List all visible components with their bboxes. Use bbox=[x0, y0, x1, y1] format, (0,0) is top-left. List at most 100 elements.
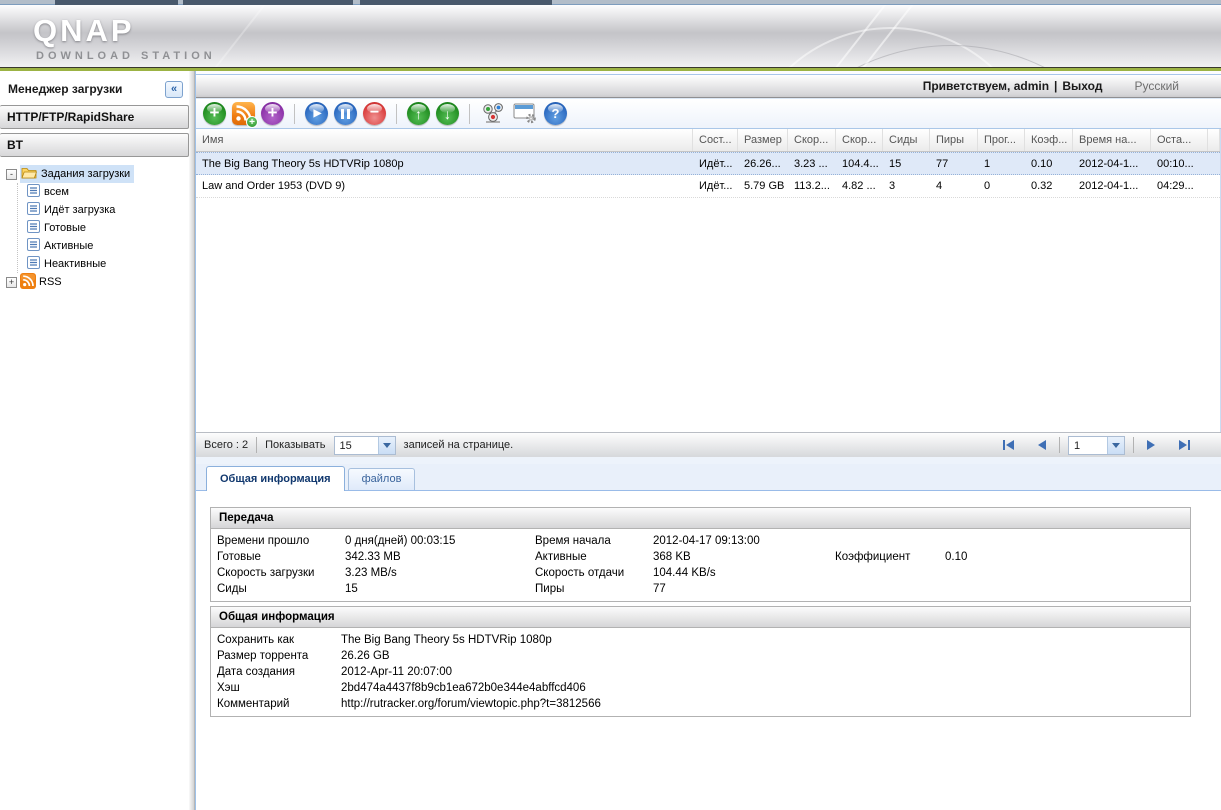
tab-general-info[interactable]: Общая информация bbox=[206, 466, 345, 491]
column-header-seeds[interactable]: Сиды bbox=[883, 129, 930, 151]
next-page-button[interactable] bbox=[1142, 435, 1160, 455]
field-label: Хэш bbox=[217, 680, 341, 696]
transfer-row: Сиды 15 Пиры 77 bbox=[211, 581, 1190, 597]
page-size-label: Показывать bbox=[265, 439, 325, 451]
column-header-eta[interactable]: Оста... bbox=[1151, 129, 1208, 151]
chevron-down-icon bbox=[383, 443, 391, 448]
combo-trigger[interactable] bbox=[1107, 437, 1124, 454]
section-gap bbox=[196, 457, 1221, 464]
field-value: 0.10 bbox=[945, 549, 1190, 565]
tree-node-downloading[interactable]: Идёт загрузка bbox=[24, 201, 187, 219]
app-subtitle: DOWNLOAD STATION bbox=[36, 50, 216, 62]
toolbar: + + + ▶ − bbox=[196, 98, 1221, 129]
tree-node-label: Неактивные bbox=[44, 258, 106, 270]
section-bt[interactable]: BT bbox=[0, 133, 189, 157]
transfer-row: Скорость загрузки 3.23 MB/s Скорость отд… bbox=[211, 565, 1190, 581]
tree-node-label: Готовые bbox=[44, 222, 86, 234]
priority-up-button[interactable]: ↑ bbox=[407, 102, 430, 125]
field-value: 15 bbox=[345, 581, 535, 597]
tab-files[interactable]: файлов bbox=[348, 468, 416, 490]
field-label: Дата создания bbox=[217, 664, 341, 680]
task-list-icon bbox=[27, 202, 40, 218]
cell-peers: 77 bbox=[930, 158, 978, 170]
add-download-button[interactable]: + bbox=[203, 102, 226, 125]
cell-ratio: 0.10 bbox=[1025, 158, 1073, 170]
combo-trigger[interactable] bbox=[378, 437, 395, 454]
field-label bbox=[835, 565, 945, 581]
priority-down-button[interactable]: ↓ bbox=[436, 102, 459, 125]
field-value bbox=[945, 581, 1190, 597]
tree-node-label: Идёт загрузка bbox=[44, 204, 115, 216]
field-label: Пиры bbox=[535, 581, 653, 597]
tree-node-rss[interactable]: + RSS bbox=[6, 273, 187, 291]
tree-node-all[interactable]: всем bbox=[24, 183, 187, 201]
welcome-separator: | bbox=[1054, 79, 1057, 93]
task-list-icon bbox=[27, 220, 40, 236]
column-header-down-speed[interactable]: Скор... bbox=[788, 129, 836, 151]
total-count-label: Всего : 2 bbox=[204, 439, 248, 451]
section-http-ftp-rapidshare[interactable]: HTTP/FTP/RapidShare bbox=[0, 105, 189, 129]
add-torrent-button[interactable]: + bbox=[261, 102, 284, 125]
general-info-group-body: Сохранить как The Big Bang Theory 5s HDT… bbox=[211, 628, 1190, 716]
peers-connections-button[interactable] bbox=[480, 101, 506, 126]
field-value bbox=[945, 565, 1190, 581]
tree-node-completed[interactable]: Готовые bbox=[24, 219, 187, 237]
cell-down-speed: 113.2... bbox=[788, 180, 836, 192]
column-header-ratio[interactable]: Коэф... bbox=[1025, 129, 1073, 151]
info-row: Комментарий http://rutracker.org/forum/v… bbox=[211, 696, 1190, 712]
field-label: Комментарий bbox=[217, 696, 341, 712]
peers-icon bbox=[481, 103, 505, 125]
pause-task-button[interactable] bbox=[334, 102, 357, 125]
current-page-value: 1 bbox=[1069, 437, 1107, 454]
cell-ratio: 0.32 bbox=[1025, 180, 1073, 192]
field-value: http://rutracker.org/forum/viewtopic.php… bbox=[341, 696, 1190, 712]
paging-toolbar: Всего : 2 Показывать 15 записей на стран… bbox=[196, 432, 1221, 457]
qnap-download-station-screen: QNAP DOWNLOAD STATION Менеджер загрузки … bbox=[0, 0, 1221, 810]
last-page-button[interactable] bbox=[1174, 435, 1195, 455]
collapse-icon: « bbox=[171, 83, 177, 95]
start-task-button[interactable]: ▶ bbox=[305, 102, 328, 125]
field-value: 2bd474a4437f8b9cb1ea672b0e344e4abffcd406 bbox=[341, 680, 1190, 696]
tree-node-inactive[interactable]: Неактивные bbox=[24, 255, 187, 273]
add-rss-feed-button[interactable]: + bbox=[232, 102, 255, 125]
table-row[interactable]: Law and Order 1953 (DVD 9) Идёт... 5.79 … bbox=[196, 175, 1220, 198]
sidebar-collapse-button[interactable]: « bbox=[165, 81, 183, 98]
plus-icon: + bbox=[210, 104, 220, 121]
tree-expand-icon[interactable]: + bbox=[6, 277, 17, 288]
field-label: Сиды bbox=[217, 581, 345, 597]
tree-node-download-tasks[interactable]: - Задания загрузки bbox=[6, 165, 187, 183]
cell-down-speed: 3.23 ... bbox=[788, 158, 836, 170]
first-page-icon bbox=[1003, 440, 1005, 450]
column-header-up-speed[interactable]: Скор... bbox=[836, 129, 883, 151]
column-header-progress[interactable]: Прог... bbox=[978, 129, 1025, 151]
prev-page-button[interactable] bbox=[1033, 435, 1051, 455]
plus-icon: + bbox=[268, 104, 278, 121]
tree-node-label: всем bbox=[44, 186, 69, 198]
table-row[interactable]: The Big Bang Theory 5s HDTVRip 1080p Идё… bbox=[196, 152, 1220, 175]
current-page-select[interactable]: 1 bbox=[1068, 436, 1125, 455]
cell-state: Идёт... bbox=[693, 158, 738, 170]
info-row: Размер торрента 26.26 GB bbox=[211, 648, 1190, 664]
column-header-start-time[interactable]: Время на... bbox=[1073, 129, 1151, 151]
column-header-name[interactable]: Имя bbox=[196, 129, 693, 151]
field-value: The Big Bang Theory 5s HDTVRip 1080p bbox=[341, 632, 1190, 648]
page-size-select[interactable]: 15 bbox=[334, 436, 396, 455]
column-header-size[interactable]: Размер bbox=[738, 129, 788, 151]
language-selector[interactable]: Русский bbox=[1134, 79, 1179, 93]
remove-task-button[interactable]: − bbox=[363, 102, 386, 125]
cell-size: 26.26... bbox=[738, 158, 788, 170]
tree-collapse-icon[interactable]: - bbox=[6, 169, 17, 180]
column-header-peers[interactable]: Пиры bbox=[930, 129, 978, 151]
help-button[interactable]: ? bbox=[544, 102, 567, 125]
tree-node-label: RSS bbox=[39, 276, 62, 288]
arrow-down-icon: ↓ bbox=[444, 107, 451, 121]
plus-badge-icon: + bbox=[246, 116, 258, 128]
main-panel: Приветствуем, admin | Выход Русский + + … bbox=[195, 71, 1221, 810]
settings-button[interactable] bbox=[512, 101, 538, 126]
first-page-button[interactable] bbox=[998, 435, 1019, 455]
logout-link[interactable]: Выход bbox=[1062, 79, 1102, 93]
column-header-state[interactable]: Сост... bbox=[693, 129, 738, 151]
tree-node-active[interactable]: Активные bbox=[24, 237, 187, 255]
cell-name: The Big Bang Theory 5s HDTVRip 1080p bbox=[196, 158, 693, 170]
tree-children: всем Идёт загрузка Готовые bbox=[17, 183, 187, 273]
